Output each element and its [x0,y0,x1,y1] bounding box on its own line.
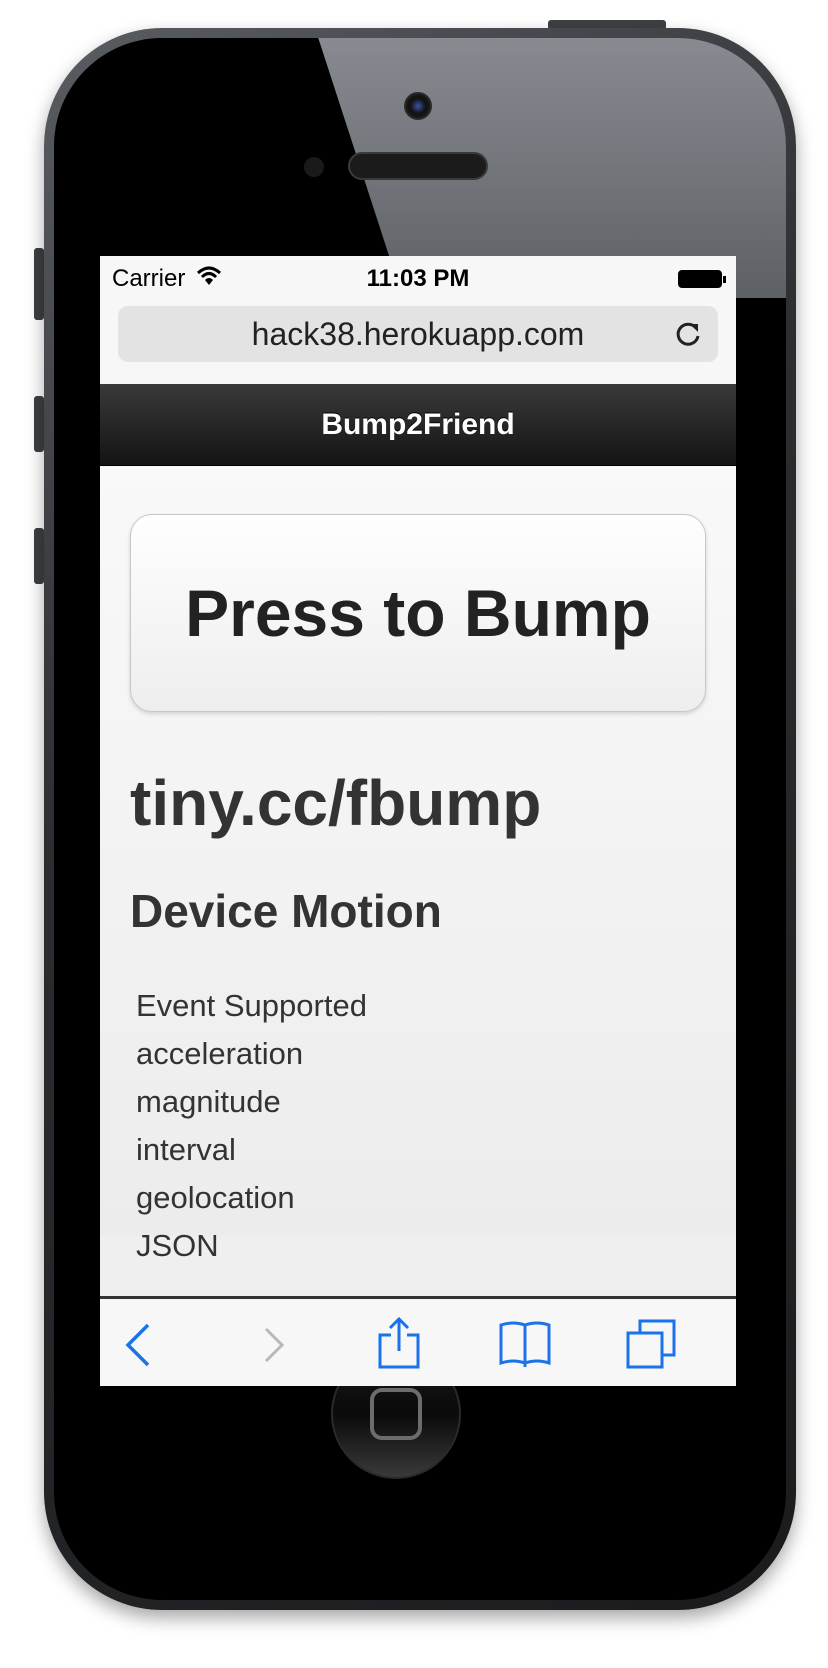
earpiece-speaker [348,152,488,180]
list-item: magnitude [136,1084,281,1119]
share-icon[interactable] [372,1317,426,1371]
proximity-sensor [304,157,324,177]
list-item: interval [136,1132,236,1167]
app-header: Bump2Friend [100,384,736,466]
short-link: tiny.cc/fbump [130,767,542,839]
page-content: Press to Bump tiny.cc/fbump Device Motio… [100,466,736,1263]
back-icon[interactable] [114,1317,168,1371]
status-bar: Carrier 11:03 PM [100,256,736,300]
mute-switch [34,248,44,320]
tabs-icon[interactable] [624,1317,678,1371]
list-item: Event Supported [136,988,367,1023]
clock: 11:03 PM [366,265,470,292]
browser-address-area: hack38.herokuapp.com [100,300,736,384]
url-text[interactable]: hack38.herokuapp.com [118,316,718,353]
bump-button[interactable]: Press to Bump [130,514,706,712]
list-item: acceleration [136,1036,304,1071]
bookmarks-icon[interactable] [498,1317,552,1371]
front-camera [404,92,432,120]
forward-icon[interactable] [246,1317,300,1371]
volume-up-button [34,396,44,452]
browser-toolbar [100,1296,736,1386]
list-item: geolocation [136,1180,295,1215]
volume-down-button [34,528,44,584]
device-motion-heading: Device Motion [130,885,442,937]
reload-icon[interactable] [674,320,702,348]
battery-icon [678,270,726,288]
page-title: Bump2Friend [321,408,515,441]
device-motion-list: Event Supported acceleration magnitude i… [136,982,367,1270]
screen: Carrier 11:03 PM hack38.herokuapp.com Bu… [100,256,736,1386]
address-bar[interactable]: hack38.herokuapp.com [118,306,718,362]
list-item: JSON [136,1228,219,1263]
